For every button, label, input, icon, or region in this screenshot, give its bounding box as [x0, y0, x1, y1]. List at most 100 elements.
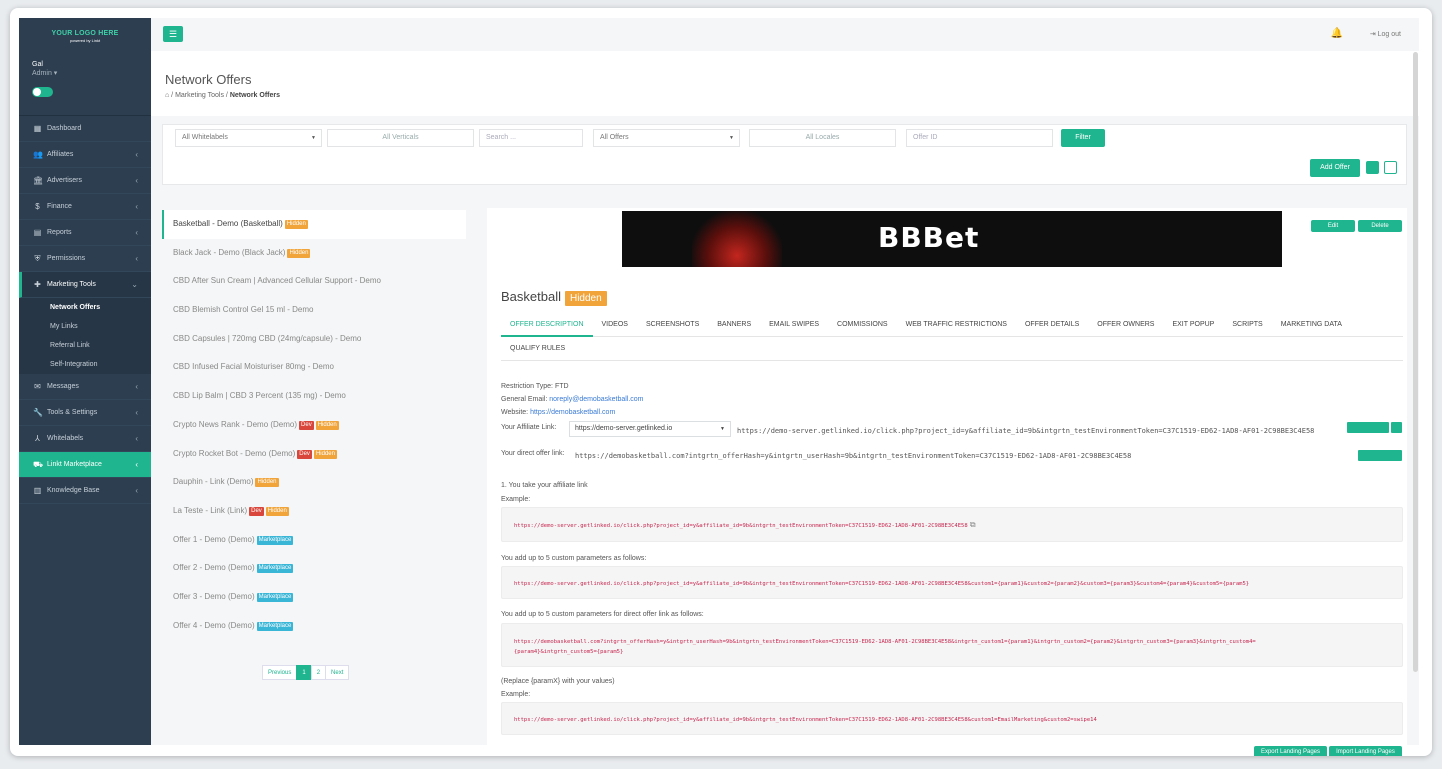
copy-button[interactable] — [1358, 450, 1402, 461]
sidebar-item-advertisers[interactable]: 🏛 Advertisers ‹ — [19, 168, 151, 194]
pagination-page-2[interactable]: 2 — [310, 665, 327, 680]
list-item[interactable]: Offer 4 - Demo (Demo) Marketplace — [162, 612, 466, 641]
offer-list: Basketball - Demo (Basketball) Hidden Bla… — [162, 210, 466, 650]
bell-icon[interactable]: 🔔 — [1331, 28, 1343, 39]
offer-info: Restriction Type: FTD General Email: nor… — [501, 380, 644, 419]
hidden-badge: Hidden — [564, 291, 607, 306]
list-item[interactable]: CBD Infused Facial Moisturiser 80mg - De… — [162, 353, 466, 382]
list-item[interactable]: La Teste - Link (Link) Dev Hidden — [162, 497, 466, 526]
tab-offer-details[interactable]: OFFER DETAILS — [1016, 313, 1088, 337]
offer-title: Basketball Hidden — [501, 289, 607, 306]
website-link[interactable]: https://demobasketball.com — [530, 409, 615, 416]
affiliate-domain-select[interactable]: https://demo-server.getlinked.io ▼ — [569, 421, 731, 437]
tab-exit-popup[interactable]: EXIT POPUP — [1163, 313, 1223, 337]
list-item[interactable]: Dauphin - Link (Demo) Hidden — [162, 468, 466, 497]
breadcrumb: ⌂ / Marketing Tools / Network Offers — [165, 92, 281, 99]
logo: YOUR LOGO HERE powered by Linkt — [51, 30, 119, 43]
list-item[interactable]: Black Jack - Demo (Black Jack) Hidden — [162, 239, 466, 268]
sidebar-subitem-referral-link[interactable]: Referral Link — [19, 336, 151, 355]
mode-toggle[interactable] — [32, 87, 53, 97]
list-item[interactable]: Offer 3 - Demo (Demo) Marketplace — [162, 583, 466, 612]
grid-view-icon[interactable] — [1384, 161, 1397, 174]
sidebar-item-affiliates[interactable]: 👥 Affiliates ‹ — [19, 142, 151, 168]
verticals-select[interactable]: All Verticals — [327, 129, 474, 147]
delete-button[interactable]: Delete — [1358, 220, 1402, 232]
tab-marketing-data[interactable]: MARKETING DATA — [1272, 313, 1351, 337]
import-landing-pages-button[interactable]: Import Landing Pages — [1329, 746, 1402, 756]
sidebar-item-whitelabels[interactable]: ⅄ Whitelabels ‹ — [19, 426, 151, 452]
sidebar-item-knowledge-base[interactable]: ▥ Knowledge Base ‹ — [19, 478, 151, 504]
copy-button[interactable] — [1347, 422, 1389, 433]
list-item[interactable]: Offer 2 - Demo (Demo) Marketplace — [162, 554, 466, 583]
shield-icon: ⛨ — [34, 254, 41, 263]
logout-link[interactable]: ⇥ Log out — [1370, 30, 1401, 38]
list-item[interactable]: Offer 1 - Demo (Demo) Marketplace — [162, 526, 466, 555]
sidebar-item-tools-settings[interactable]: 🔧 Tools & Settings ‹ — [19, 400, 151, 426]
user-icon[interactable] — [1391, 422, 1402, 433]
tab-offer-description[interactable]: OFFER DESCRIPTION — [501, 313, 593, 337]
tab-offer-owners[interactable]: OFFER OWNERS — [1088, 313, 1163, 337]
whitelabel-select[interactable]: All Whitelabels ▼ — [175, 129, 322, 147]
tab-videos[interactable]: VIDEOS — [593, 313, 637, 337]
app-window: YOUR LOGO HERE powered by Linkt Gal Admi… — [10, 8, 1432, 756]
edit-button[interactable]: Edit — [1311, 220, 1355, 232]
sidebar-item-marketplace[interactable]: ⛟ Linkt Marketplace ‹ — [19, 452, 151, 478]
list-item[interactable]: CBD Blemish Control Gel 15 ml - Demo — [162, 296, 466, 325]
list-item[interactable]: Crypto News Rank - Demo (Demo) Dev Hidden — [162, 411, 466, 440]
offers-select[interactable]: All Offers ▼ — [593, 129, 740, 147]
chevron-left-icon: ‹ — [135, 150, 138, 159]
direct-link: https://demobasketball.com?intgrtn_offer… — [575, 452, 1132, 460]
list-item[interactable]: Basketball - Demo (Basketball) Hidden — [162, 210, 466, 239]
pagination: Previous 1 2 Next — [262, 665, 350, 680]
list-item[interactable]: Crypto Rocket Bot - Demo (Demo) Dev Hidden — [162, 440, 466, 469]
sidebar-item-marketing-tools[interactable]: ✚ Marketing Tools ⌄ — [19, 272, 151, 298]
sidebar-item-permissions[interactable]: ⛨ Permissions ‹ — [19, 246, 151, 272]
list-view-icon[interactable] — [1366, 161, 1379, 174]
breadcrumb-marketing-tools[interactable]: Marketing Tools — [175, 92, 224, 99]
sidebar-subitem-my-links[interactable]: My Links — [19, 317, 151, 336]
export-landing-pages-button[interactable]: Export Landing Pages — [1254, 746, 1327, 756]
pagination-previous[interactable]: Previous — [262, 665, 298, 680]
hidden-badge: Hidden — [315, 420, 339, 430]
tab-web-traffic-restrictions[interactable]: WEB TRAFFIC RESTRICTIONS — [897, 313, 1016, 337]
code-example-3: https://demobasketball.com?intgrtn_offer… — [501, 623, 1403, 667]
sidebar-item-finance[interactable]: $ Finance ‹ — [19, 194, 151, 220]
page-scrollbar[interactable] — [1413, 52, 1418, 672]
list-item[interactable]: CBD After Sun Cream | Advanced Cellular … — [162, 267, 466, 296]
example-label: Example: — [501, 496, 531, 503]
basketball-hoop-image — [692, 211, 782, 267]
tab-commissions[interactable]: COMMISSIONS — [828, 313, 897, 337]
sidebar-item-reports[interactable]: ▤ Reports ‹ — [19, 220, 151, 246]
caret-down-icon: ▼ — [311, 135, 316, 141]
sidebar-item-dashboard[interactable]: ▦ Dashboard — [19, 116, 151, 142]
pagination-page-1[interactable]: 1 — [296, 665, 312, 680]
tab-scripts[interactable]: SCRIPTS — [1223, 313, 1271, 337]
pagination-next[interactable]: Next — [325, 665, 350, 680]
email-link[interactable]: noreply@demobasketball.com — [549, 396, 643, 403]
sidebar-subitem-network-offers[interactable]: Network Offers — [19, 298, 151, 317]
step-3: You add up to 5 custom parameters for di… — [501, 611, 704, 618]
list-item[interactable]: CBD Capsules | 720mg CBD (24mg/capsule) … — [162, 325, 466, 354]
sidebar-subitem-self-integration[interactable]: Self-Integration — [19, 355, 151, 374]
sidebar-item-messages[interactable]: ✉ Messages ‹ — [19, 374, 151, 400]
tab-screenshots[interactable]: SCREENSHOTS — [637, 313, 708, 337]
locales-select[interactable]: All Locales — [749, 129, 896, 147]
add-offer-button[interactable]: Add Offer — [1310, 159, 1360, 177]
tab-email-swipes[interactable]: EMAIL SWIPES — [760, 313, 828, 337]
chevron-left-icon: ‹ — [135, 202, 138, 211]
offer-id-input[interactable]: Offer ID — [906, 129, 1053, 147]
home-icon[interactable]: ⌂ — [165, 92, 169, 99]
list-item[interactable]: CBD Lip Balm | CBD 3 Percent (135 mg) - … — [162, 382, 466, 411]
user-menu[interactable]: Gal Admin ▾ — [32, 60, 57, 78]
marketplace-badge: Marketplace — [256, 621, 294, 631]
tab-banners[interactable]: BANNERS — [708, 313, 760, 337]
menu-toggle-icon[interactable]: ☰ — [163, 26, 183, 42]
chat-icon: ✉ — [34, 382, 41, 391]
step-4: (Replace {paramX} with your values) — [501, 678, 615, 685]
tab-qualify-rules[interactable]: QUALIFY RULES — [501, 337, 574, 361]
filter-button[interactable]: Filter — [1061, 129, 1105, 147]
copy-icon[interactable]: ⧉ — [970, 520, 976, 529]
user-role[interactable]: Admin ▾ — [32, 69, 57, 78]
search-input[interactable]: Search ... — [479, 129, 583, 147]
dev-badge: Dev — [249, 506, 264, 516]
